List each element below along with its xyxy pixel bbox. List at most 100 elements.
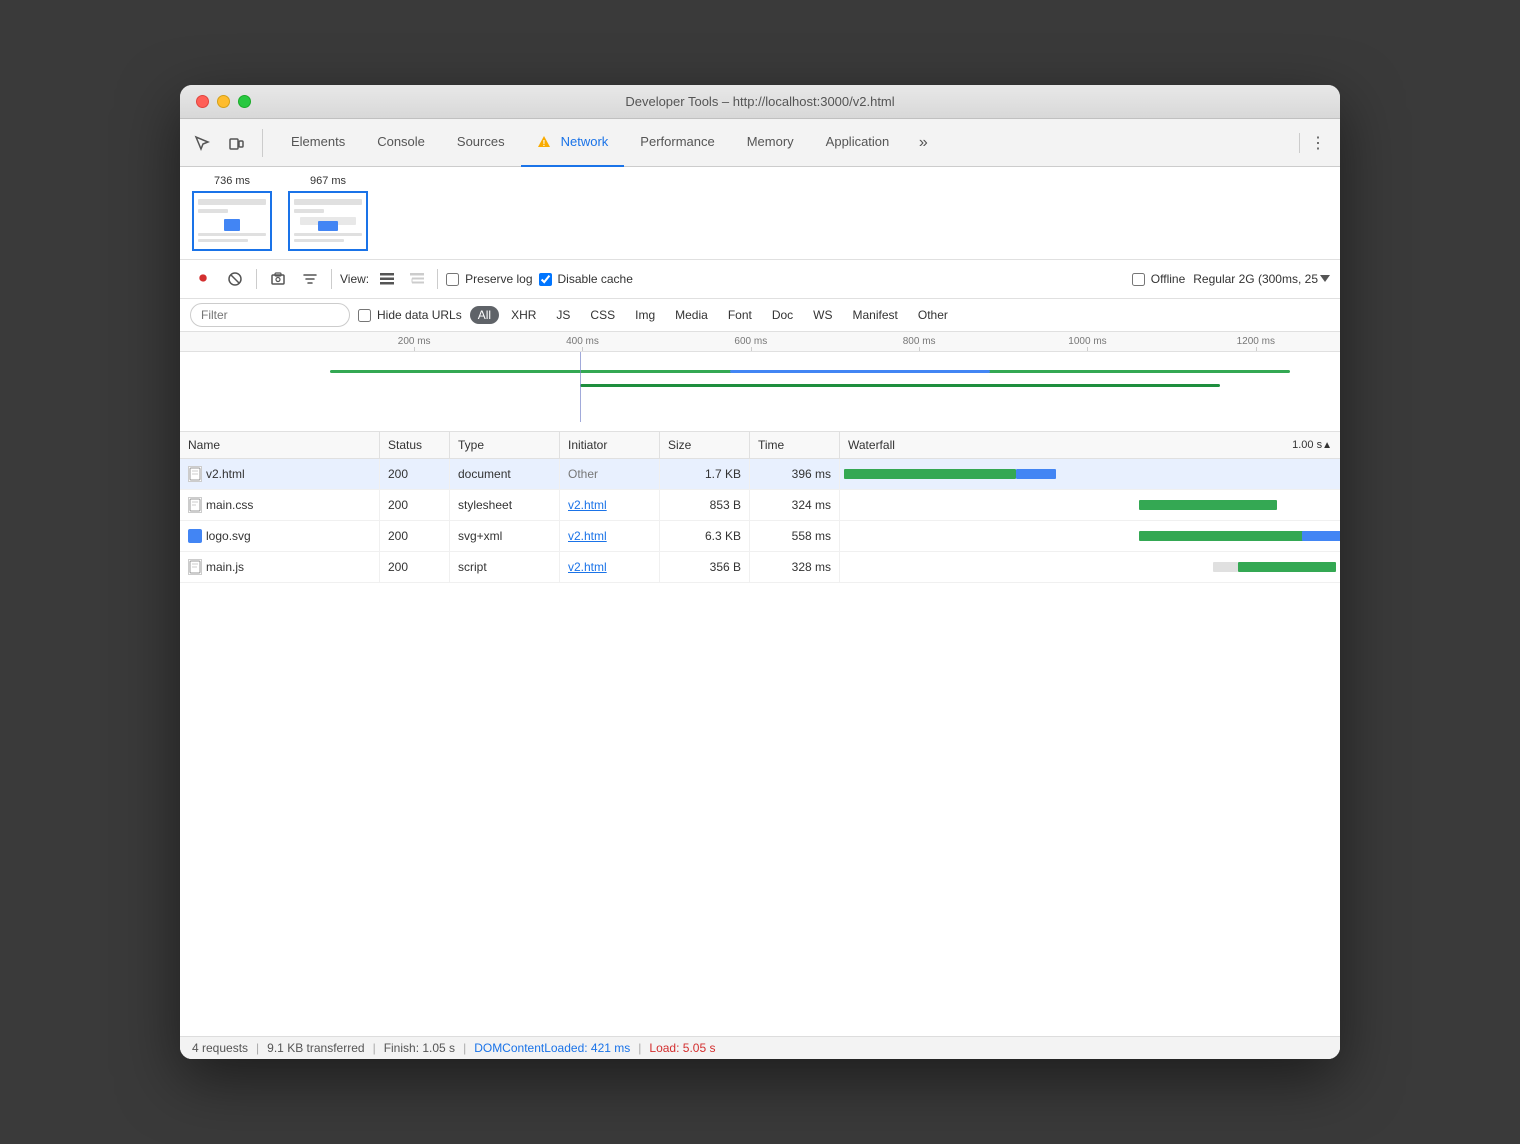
hide-data-urls-checkbox[interactable] [358, 309, 371, 322]
filter-type-doc[interactable]: Doc [764, 306, 801, 324]
table-row[interactable]: logo.svg 200 svg+xml v2.html 6.3 KB 558 … [180, 521, 1340, 552]
view-label: View: [340, 272, 369, 286]
minimize-button[interactable] [217, 95, 230, 108]
maximize-button[interactable] [238, 95, 251, 108]
offline-group[interactable]: Offline [1132, 272, 1185, 286]
col-waterfall[interactable]: Waterfall 1.00 s ▲ [840, 432, 1340, 458]
hide-data-urls-group[interactable]: Hide data URLs [358, 308, 462, 322]
timeline-tracks [180, 352, 1340, 422]
clear-button[interactable] [222, 266, 248, 292]
disable-cache-group[interactable]: Disable cache [539, 272, 633, 286]
throttle-selector[interactable]: Regular 2G (300ms, 25 [1193, 272, 1330, 286]
record-button[interactable]: ⏺ [190, 266, 216, 292]
frame-2-thumb[interactable] [288, 191, 368, 251]
svg-text:!: ! [542, 139, 545, 148]
table-row[interactable]: main.js 200 script v2.html 356 B 328 ms [180, 552, 1340, 583]
row-2-time: 324 ms [750, 490, 840, 520]
device-toggle-icon[interactable] [222, 129, 250, 157]
frame-1-time: 736 ms [214, 175, 250, 187]
inspect-element-icon[interactable] [188, 129, 216, 157]
disable-cache-label: Disable cache [558, 272, 633, 286]
row-3-waterfall [840, 521, 1340, 551]
col-status[interactable]: Status [380, 432, 450, 458]
tab-network[interactable]: ! Network [521, 119, 625, 167]
status-requests: 4 requests [192, 1041, 248, 1055]
row-2-waterfall [840, 490, 1340, 520]
filter-type-img[interactable]: Img [627, 306, 663, 324]
row-1-status: 200 [380, 459, 450, 489]
status-finish: Finish: 1.05 s [384, 1041, 455, 1055]
row-2-initiator[interactable]: v2.html [560, 490, 660, 520]
preserve-log-group[interactable]: Preserve log [446, 272, 532, 286]
row-1-type: document [450, 459, 560, 489]
filmstrip-frame-1[interactable]: 736 ms [192, 175, 272, 251]
tick-600: 600 ms [667, 336, 835, 347]
status-dom-content[interactable]: DOMContentLoaded: 421 ms [474, 1041, 630, 1055]
tab-performance[interactable]: Performance [624, 119, 730, 167]
tab-sources[interactable]: Sources [441, 119, 521, 167]
status-load: Load: 5.05 s [649, 1041, 715, 1055]
preserve-log-label: Preserve log [465, 272, 532, 286]
tab-memory[interactable]: Memory [731, 119, 810, 167]
filter-type-other[interactable]: Other [910, 306, 956, 324]
row-2-size: 853 B [660, 490, 750, 520]
row-1-initiator: Other [560, 459, 660, 489]
tick-200: 200 ms [330, 336, 498, 347]
status-bar: 4 requests | 9.1 KB transferred | Finish… [180, 1036, 1340, 1059]
tick-1000: 1000 ms [1003, 336, 1171, 347]
screenshot-button[interactable] [265, 266, 291, 292]
col-type[interactable]: Type [450, 432, 560, 458]
more-tabs-button[interactable]: » [909, 129, 937, 157]
filter-button[interactable] [297, 266, 323, 292]
view-tree-button[interactable] [405, 267, 429, 291]
filmstrip-frame-2[interactable]: 967 ms [288, 175, 368, 251]
offline-checkbox[interactable] [1132, 273, 1145, 286]
row-3-initiator[interactable]: v2.html [560, 521, 660, 551]
row-4-status: 200 [380, 552, 450, 582]
row-4-pending-bar [1213, 562, 1238, 572]
separator [1299, 133, 1300, 153]
tab-elements[interactable]: Elements [275, 119, 361, 167]
preserve-log-checkbox[interactable] [446, 273, 459, 286]
col-time[interactable]: Time [750, 432, 840, 458]
row-1-size: 1.7 KB [660, 459, 750, 489]
table-row[interactable]: v2.html 200 document Other 1.7 KB 396 ms [180, 459, 1340, 490]
filter-type-css[interactable]: CSS [582, 306, 623, 324]
filter-type-all[interactable]: All [470, 306, 499, 324]
filter-input[interactable] [190, 303, 350, 327]
title-bar: Developer Tools – http://localhost:3000/… [180, 85, 1340, 119]
devtools-menu-button[interactable]: ⋮ [1304, 129, 1332, 157]
close-button[interactable] [196, 95, 209, 108]
filter-bar: Hide data URLs All XHR JS CSS Img Media … [180, 299, 1340, 332]
row-4-size: 356 B [660, 552, 750, 582]
tick-400: 400 ms [498, 336, 666, 347]
col-initiator[interactable]: Initiator [560, 432, 660, 458]
disable-cache-checkbox[interactable] [539, 273, 552, 286]
filter-type-ws[interactable]: WS [805, 306, 840, 324]
js-icon [188, 559, 202, 575]
filter-type-media[interactable]: Media [667, 306, 716, 324]
filter-type-font[interactable]: Font [720, 306, 760, 324]
filmstrip-area: 736 ms 967 ms [180, 167, 1340, 260]
tick-1200: 1200 ms [1172, 336, 1340, 347]
view-list-button[interactable] [375, 267, 399, 291]
throttle-dropdown-icon [1320, 275, 1330, 283]
filter-type-xhr[interactable]: XHR [503, 306, 544, 324]
toolbar-separator-2 [331, 269, 332, 289]
row-3-green-bar [1139, 531, 1306, 541]
frame-1-thumb[interactable] [192, 191, 272, 251]
status-transferred: 9.1 KB transferred [267, 1041, 364, 1055]
toolbar-separator-3 [437, 269, 438, 289]
row-3-blue-bar [1302, 531, 1340, 541]
row-4-time: 328 ms [750, 552, 840, 582]
col-size[interactable]: Size [660, 432, 750, 458]
timeline-blue-line [730, 370, 990, 373]
table-row[interactable]: main.css 200 stylesheet v2.html 853 B 32… [180, 490, 1340, 521]
row-4-initiator[interactable]: v2.html [560, 552, 660, 582]
filter-type-js[interactable]: JS [548, 306, 578, 324]
row-4-green-bar [1238, 562, 1336, 572]
tab-application[interactable]: Application [810, 119, 906, 167]
filter-type-manifest[interactable]: Manifest [845, 306, 906, 324]
col-name[interactable]: Name [180, 432, 380, 458]
tab-console[interactable]: Console [361, 119, 441, 167]
